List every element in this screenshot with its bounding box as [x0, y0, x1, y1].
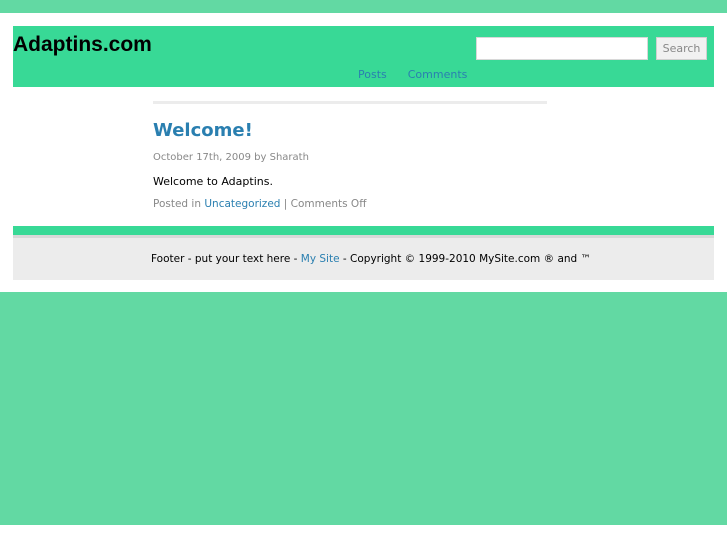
site-title-link[interactable]: Adaptins.com — [13, 32, 152, 58]
search-input[interactable] — [476, 37, 648, 60]
footer-top-bar — [13, 226, 714, 235]
search-button[interactable]: Search — [656, 37, 707, 60]
post-title-link[interactable]: Welcome! — [153, 120, 253, 142]
post-footer-separator: | — [280, 198, 291, 210]
posted-in-label: Posted in — [153, 198, 202, 210]
page-bottom-strip — [0, 525, 727, 545]
post-body: Welcome to Adaptins. — [153, 175, 273, 188]
post-footer: Posted in Uncategorized | Comments Off — [153, 197, 366, 211]
page-background-bottom — [0, 292, 727, 525]
comments-status: Comments Off — [290, 198, 367, 210]
footer-text: Footer - put your text here - My Site - … — [151, 252, 591, 266]
site-header: Adaptins.com Search Posts Comments — [13, 26, 714, 87]
page-background-top — [0, 0, 727, 13]
nav-posts-link[interactable]: Posts — [358, 67, 387, 83]
nav-comments-link[interactable]: Comments — [408, 67, 468, 83]
site-footer: Footer - put your text here - My Site - … — [13, 238, 714, 280]
footer-copyright: - Copyright © 1999-2010 MySite.com ® and… — [339, 253, 592, 265]
footer-prefix: Footer - put your text here - — [151, 253, 301, 265]
content-divider — [153, 101, 547, 104]
footer-site-link[interactable]: My Site — [301, 253, 340, 265]
post-meta: October 17th, 2009 by Sharath — [153, 152, 309, 163]
category-link[interactable]: Uncategorized — [204, 198, 280, 210]
main-nav: Posts Comments — [358, 67, 467, 83]
